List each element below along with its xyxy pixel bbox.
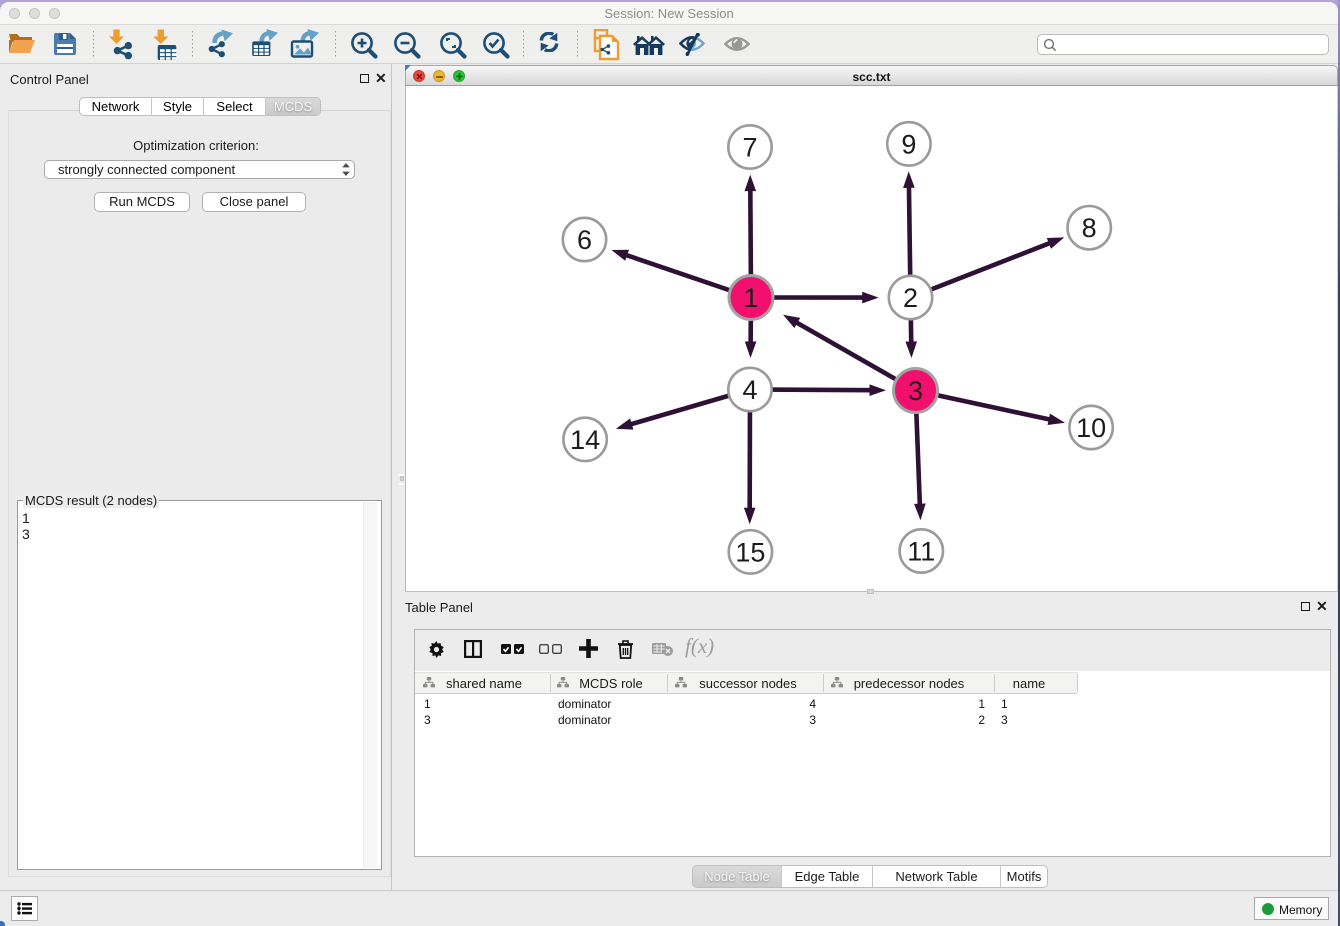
- svg-text:14: 14: [570, 425, 600, 455]
- svg-text:15: 15: [735, 537, 765, 567]
- svg-text:2: 2: [903, 283, 918, 313]
- svg-text:1: 1: [743, 283, 758, 313]
- svg-text:8: 8: [1082, 213, 1097, 243]
- svg-text:11: 11: [907, 537, 935, 567]
- svg-text:3: 3: [908, 376, 923, 406]
- svg-text:9: 9: [901, 129, 916, 159]
- svg-text:4: 4: [742, 375, 757, 405]
- svg-text:6: 6: [577, 225, 592, 255]
- svg-text:7: 7: [742, 133, 757, 163]
- svg-text:10: 10: [1076, 413, 1106, 443]
